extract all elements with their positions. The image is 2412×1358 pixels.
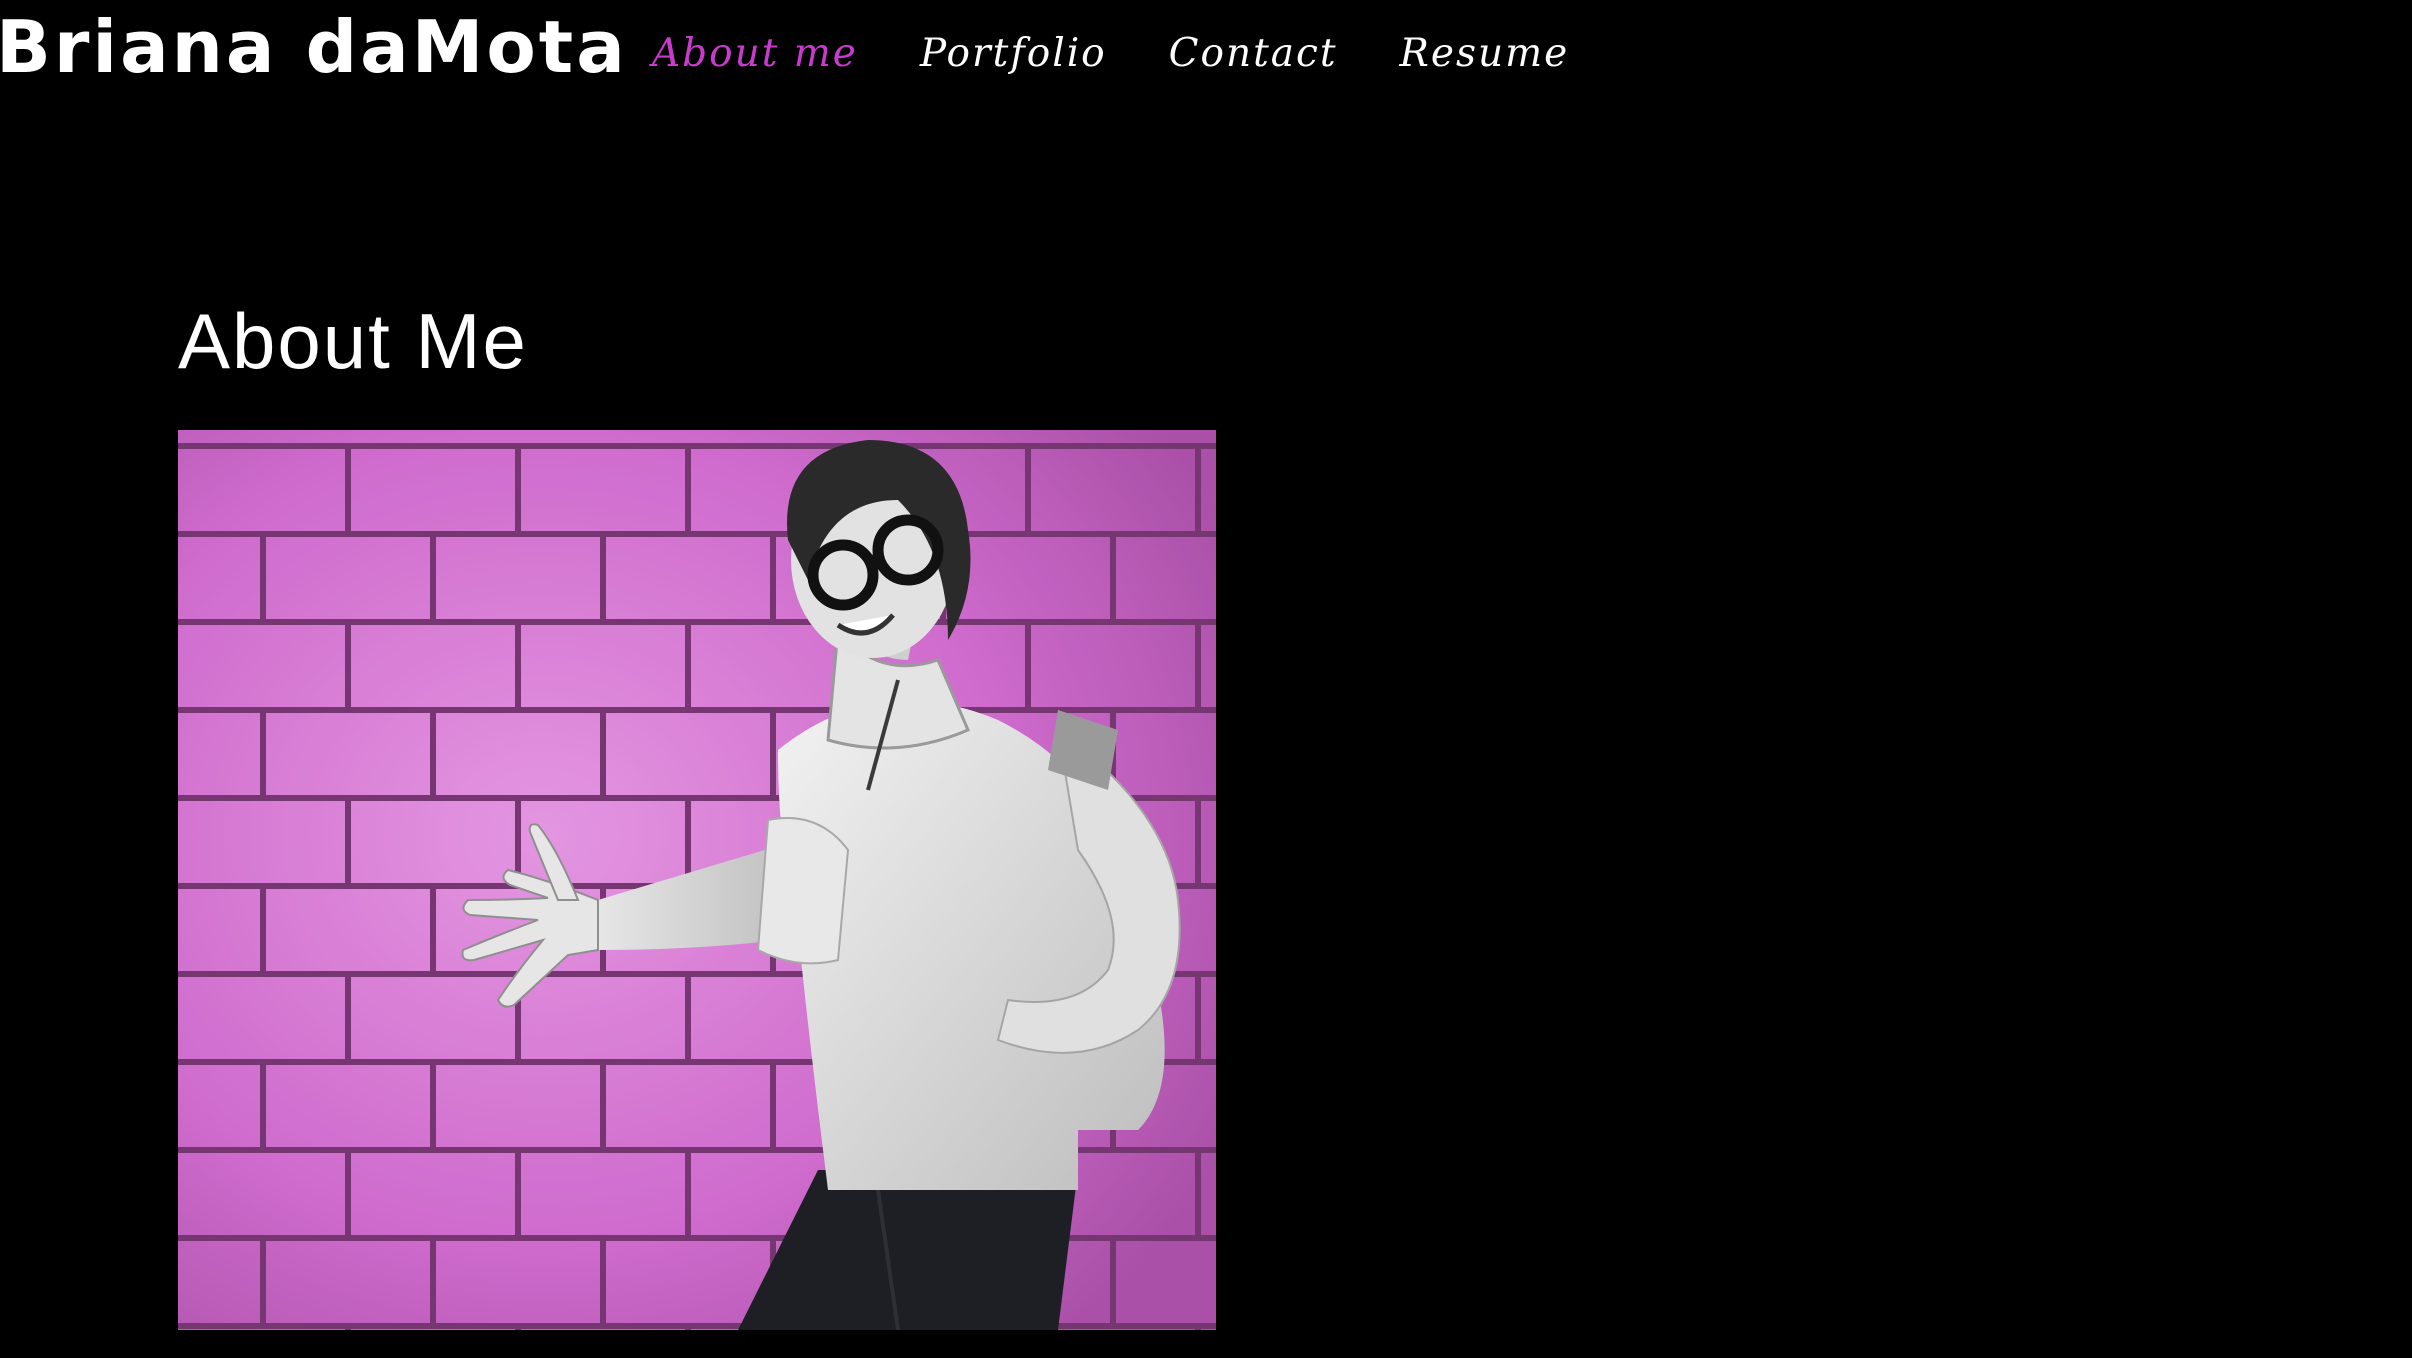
- site-title[interactable]: Briana daMota: [0, 4, 628, 90]
- nav-link-portfolio[interactable]: Portfolio: [920, 24, 1107, 84]
- about-heading: About Me: [178, 297, 528, 385]
- site-header: Briana daMota About me Portfolio Contact…: [0, 0, 2412, 110]
- photo-illustration: [178, 430, 1216, 1330]
- nav-link-about-me[interactable]: About me: [652, 24, 858, 84]
- about-photo: [178, 430, 1216, 1330]
- nav-link-resume[interactable]: Resume: [1400, 24, 1570, 84]
- nav-link-contact[interactable]: Contact: [1169, 24, 1338, 84]
- main-nav: About me Portfolio Contact Resume: [652, 24, 1631, 84]
